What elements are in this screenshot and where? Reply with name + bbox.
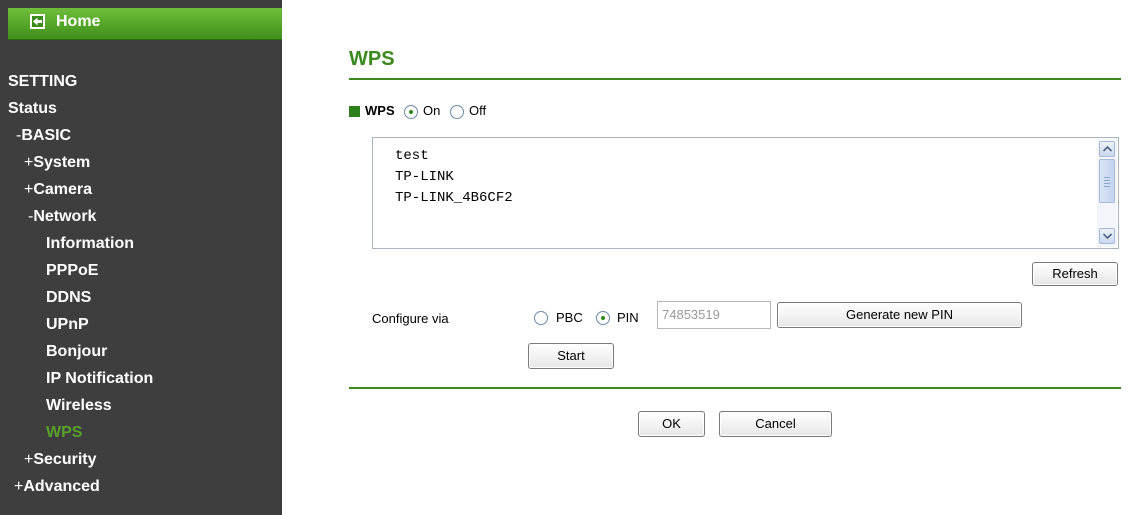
page-title: WPS [349, 48, 395, 70]
expand-icon: + [24, 181, 34, 198]
scroll-thumb[interactable] [1099, 159, 1115, 203]
sidebar-item-basic[interactable]: -BASIC [16, 127, 71, 145]
sidebar-item-network[interactable]: -Network [28, 208, 96, 226]
sidebar-item-information[interactable]: Information [46, 235, 134, 253]
sidebar-item-label: Information [46, 235, 134, 252]
sidebar-item-bonjour[interactable]: Bonjour [46, 343, 107, 361]
wps-on-label: On [423, 103, 441, 118]
sidebar-item-camera[interactable]: +Camera [24, 181, 92, 199]
expand-icon: + [24, 154, 34, 171]
ssid-listbox[interactable]: test TP-LINK TP-LINK_4B6CF2 [372, 137, 1119, 249]
sidebar: Home SETTING Status -BASIC +System +Came… [0, 0, 282, 515]
sidebar-item-label: Advanced [23, 478, 100, 495]
sidebar-item-label: Security [33, 451, 97, 468]
generate-pin-button[interactable]: Generate new PIN [777, 302, 1022, 328]
sidebar-item-label: WPS [46, 424, 83, 441]
list-item[interactable]: TP-LINK [395, 169, 454, 185]
sidebar-item-security[interactable]: +Security [24, 451, 96, 469]
back-arrow-icon [30, 14, 45, 29]
expand-icon: + [14, 478, 24, 495]
home-link[interactable]: Home [8, 8, 282, 40]
sidebar-item-upnp[interactable]: UPnP [46, 316, 89, 334]
sidebar-item-label: PPPoE [46, 262, 99, 279]
sidebar-item-wps[interactable]: WPS [46, 424, 82, 442]
sidebar-item-pppoe[interactable]: PPPoE [46, 262, 98, 280]
footer-divider [349, 387, 1121, 389]
sidebar-item-label: IP Notification [46, 370, 154, 387]
sidebar-item-system[interactable]: +System [24, 154, 90, 172]
sidebar-item-wireless[interactable]: Wireless [46, 397, 112, 415]
start-button[interactable]: Start [528, 343, 614, 369]
sidebar-item-setting[interactable]: SETTING [8, 73, 77, 91]
pin-radio[interactable] [596, 311, 610, 325]
refresh-button[interactable]: Refresh [1032, 262, 1118, 286]
ok-button[interactable]: OK [638, 411, 705, 437]
pin-input[interactable]: 74853519 [657, 301, 771, 329]
wps-off-radio[interactable] [450, 105, 464, 119]
bullet-square-icon [349, 106, 360, 117]
wps-on-radio[interactable] [404, 105, 418, 119]
pbc-radio[interactable] [534, 311, 548, 325]
sidebar-item-label: Wireless [46, 397, 112, 414]
sidebar-item-label: DDNS [46, 289, 92, 306]
sidebar-item-ip-notification[interactable]: IP Notification [46, 370, 153, 388]
sidebar-item-label: UPnP [46, 316, 89, 333]
sidebar-item-ddns[interactable]: DDNS [46, 289, 91, 307]
sidebar-item-label: Bonjour [46, 343, 108, 360]
pbc-label: PBC [556, 310, 583, 325]
wps-off-label: Off [469, 103, 487, 118]
sidebar-item-label: Status [8, 100, 57, 117]
scroll-down-icon[interactable] [1099, 228, 1115, 244]
sidebar-item-label: SETTING [8, 73, 78, 90]
sidebar-item-advanced[interactable]: +Advanced [14, 478, 100, 496]
title-divider [349, 78, 1121, 80]
pin-label: PIN [617, 310, 639, 325]
list-item[interactable]: test [395, 148, 429, 164]
list-item[interactable]: TP-LINK_4B6CF2 [395, 190, 513, 206]
cancel-button[interactable]: Cancel [719, 411, 832, 437]
sidebar-item-label: Camera [33, 181, 93, 198]
configure-via-label: Configure via [372, 311, 449, 326]
scroll-up-icon[interactable] [1099, 141, 1115, 157]
sidebar-item-status[interactable]: Status [8, 100, 57, 118]
sidebar-item-label: Network [33, 208, 97, 225]
sidebar-item-label: System [33, 154, 91, 171]
home-label: Home [56, 13, 101, 30]
wps-label: WPS [365, 103, 395, 118]
sidebar-item-label: BASIC [21, 127, 72, 144]
expand-icon: + [24, 451, 34, 468]
vertical-scrollbar[interactable] [1097, 139, 1117, 247]
